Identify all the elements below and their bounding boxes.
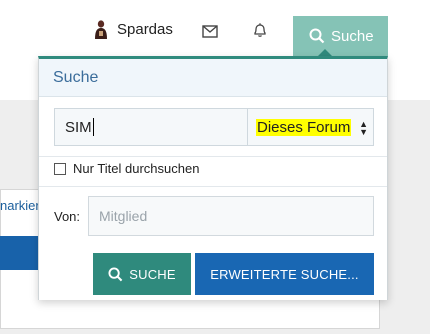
- divider: [39, 156, 387, 157]
- member-filter-row: Von: Mitglied: [54, 196, 374, 236]
- titles-only-label: Nur Titel durchsuchen: [73, 161, 200, 176]
- search-button[interactable]: SUCHE: [93, 253, 191, 295]
- mail-icon[interactable]: [202, 20, 218, 42]
- search-tab-label: Suche: [331, 27, 374, 45]
- member-input-placeholder: Mitglied: [99, 208, 148, 224]
- search-input[interactable]: SIM: [55, 109, 248, 145]
- search-icon: [309, 28, 325, 44]
- username: Spardas: [117, 20, 173, 38]
- advanced-search-button[interactable]: ERWEITERTE SUCHE...: [195, 253, 374, 295]
- text-cursor: [92, 118, 94, 136]
- by-member-label: Von:: [54, 208, 81, 224]
- background-blue-bar: [0, 236, 40, 270]
- user-menu[interactable]: Spardas: [93, 18, 173, 40]
- search-dropdown-footer: SUCHE ERWEITERTE SUCHE...: [39, 245, 387, 300]
- avatar: [93, 19, 109, 39]
- search-scope-select[interactable]: Dieses Forum ▲ ▼: [248, 109, 373, 145]
- titles-only-checkbox[interactable]: [54, 162, 66, 175]
- advanced-search-label: ERWEITERTE SUCHE...: [210, 266, 359, 282]
- divider: [39, 186, 387, 187]
- bell-icon[interactable]: [252, 19, 268, 41]
- select-arrows-icon: ▲ ▼: [359, 119, 368, 137]
- search-scope-value: Dieses Forum: [256, 118, 352, 136]
- titles-only-option[interactable]: Nur Titel durchsuchen: [54, 161, 199, 176]
- search-input-value: SIM: [65, 118, 92, 136]
- search-query-row: SIM Dieses Forum ▲ ▼: [54, 108, 374, 146]
- top-navbar: Spardas Suche: [0, 0, 430, 56]
- search-dropdown: Suche SIM Dieses Forum ▲ ▼ Nur Titel durc…: [38, 56, 388, 300]
- search-dropdown-title: Suche: [39, 59, 387, 97]
- dropdown-arrow: [318, 49, 332, 56]
- member-input[interactable]: Mitglied: [88, 196, 374, 236]
- search-tab[interactable]: Suche: [293, 16, 388, 56]
- search-button-label: SUCHE: [129, 266, 176, 282]
- search-icon: [108, 266, 123, 281]
- background-link[interactable]: narkier: [0, 198, 40, 218]
